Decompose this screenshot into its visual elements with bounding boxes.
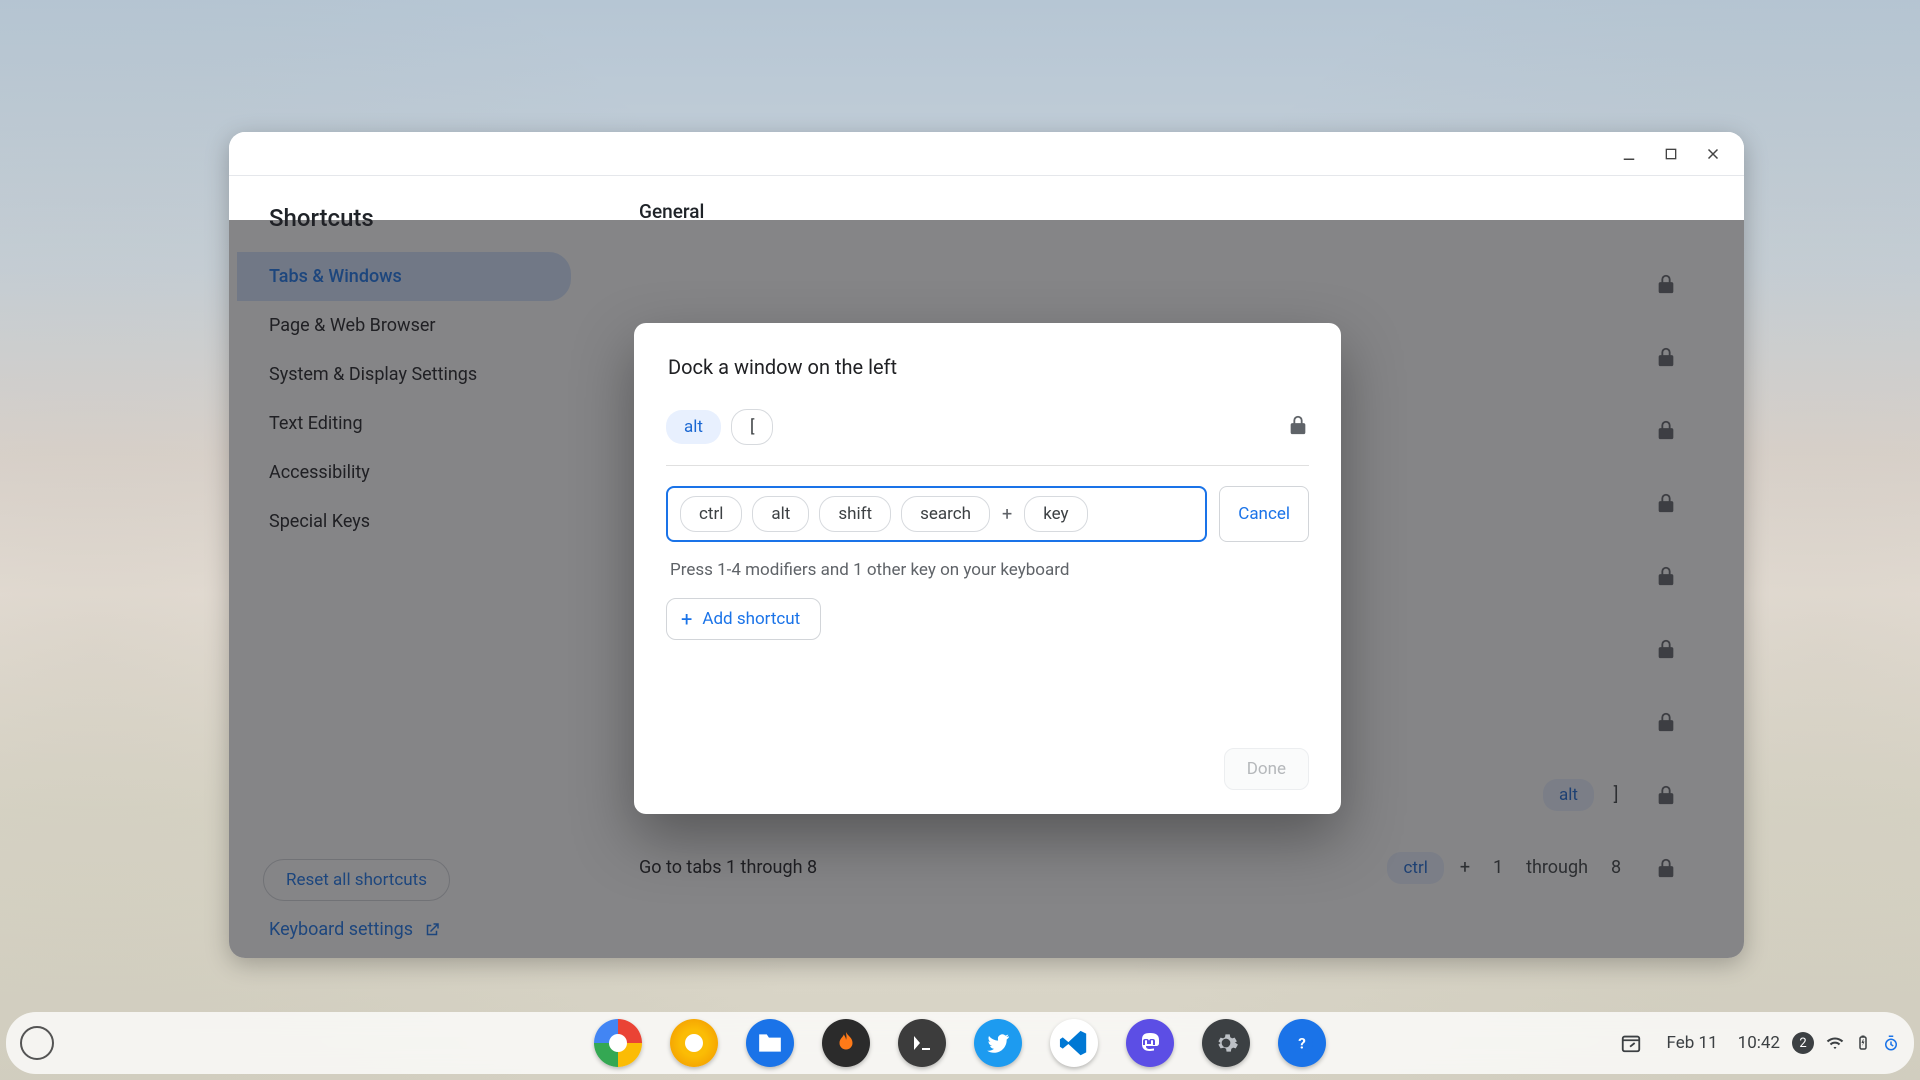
shortcut-row-go-to-tabs[interactable]: Go to tabs 1 through 8 ctrl + 1 through … [629,831,1696,904]
calendar-button[interactable] [1615,1027,1647,1059]
battery-icon [1854,1034,1872,1052]
sidebar-nav: Tabs & Windows Page & Web Browser System… [229,252,599,546]
notification-badge: 2 [1792,1032,1814,1054]
flame-icon [833,1030,859,1056]
window-minimize-button[interactable] [1612,137,1646,171]
modifier-chip-search: search [901,496,990,532]
key-chip: [ [731,409,774,445]
keyboard-settings-link[interactable]: Keyboard settings [229,915,599,958]
mastodon-glyph-icon [1138,1031,1162,1055]
plus-separator: + [1000,504,1014,525]
sidebar: Shortcuts Tabs & Windows Page & Web Brow… [229,176,599,958]
lock-icon [1646,565,1686,587]
status-area[interactable]: Feb 11 10:42 2 [1615,1027,1900,1059]
dialog-title: Dock a window on the left [666,355,1309,379]
wifi-icon [1826,1034,1844,1052]
folder-icon [757,1032,783,1054]
lock-icon [1287,414,1309,440]
sidebar-item-page-web-browser[interactable]: Page & Web Browser [237,301,571,350]
lock-icon [1646,711,1686,733]
lock-icon [1646,492,1686,514]
chrome-canary-icon[interactable] [670,1019,718,1067]
keyboard-settings-label: Keyboard settings [269,919,413,940]
plus-icon: + [681,609,692,629]
maximize-icon [1663,146,1679,162]
shortcut-key-input[interactable]: ctrl alt shift search + key [666,486,1207,542]
modifier-chip-shift: shift [819,496,891,532]
calendar-icon [1620,1032,1642,1054]
sidebar-item-text-editing[interactable]: Text Editing [237,399,571,448]
key-chip: alt [666,410,721,444]
app-icon-4[interactable] [822,1019,870,1067]
launcher-button[interactable] [20,1026,54,1060]
shortcut-editor-row: ctrl alt shift search + key Cancel [666,486,1309,542]
code-icon [1059,1028,1089,1058]
cancel-button[interactable]: Cancel [1219,486,1309,542]
status-date: Feb 11 [1667,1033,1718,1053]
lock-icon [1646,784,1686,806]
timer-icon [1882,1034,1900,1052]
help-icon[interactable]: ? [1278,1019,1326,1067]
key-placeholder-chip: key [1024,496,1087,532]
done-button[interactable]: Done [1224,748,1309,790]
external-link-icon [423,921,441,939]
settings-icon[interactable] [1202,1019,1250,1067]
shortcut-keys: ctrl + 1 through 8 [1387,852,1628,884]
sidebar-item-system-display[interactable]: System & Display Settings [237,350,571,399]
files-icon[interactable] [746,1019,794,1067]
key-through: through [1520,857,1594,878]
status-time: 10:42 [1738,1033,1780,1053]
shelf: ? Feb 11 10:42 2 [6,1012,1914,1074]
lock-icon [1646,638,1686,660]
window-titlebar [229,132,1744,176]
terminal-icon[interactable] [898,1019,946,1067]
sidebar-item-special-keys[interactable]: Special Keys [237,497,571,546]
shelf-apps: ? [594,1019,1326,1067]
quick-settings[interactable]: 10:42 2 [1738,1032,1900,1054]
window-close-button[interactable] [1696,137,1730,171]
bird-icon [985,1030,1011,1056]
lock-icon [1646,857,1686,879]
add-shortcut-label: Add shortcut [702,609,800,629]
modifier-chip-alt: alt [752,496,809,532]
shortcut-keys: alt ] [1543,779,1628,811]
lock-icon [1646,419,1686,441]
editor-hint: Press 1-4 modifiers and 1 other key on y… [666,560,1309,580]
svg-text:?: ? [1298,1034,1306,1052]
key-chip: alt [1543,779,1594,811]
lock-icon [1646,346,1686,368]
key-plus: + [1454,857,1476,878]
edit-shortcut-dialog: Dock a window on the left alt [ ctrl alt… [634,323,1341,814]
question-icon: ? [1289,1030,1315,1056]
shortcut-label: Go to tabs 1 through 8 [639,857,1387,878]
section-title: General [629,200,1696,223]
key-chip: ctrl [1387,852,1443,884]
sidebar-item-accessibility[interactable]: Accessibility [237,448,571,497]
gear-icon [1213,1030,1239,1056]
add-shortcut-button[interactable]: + Add shortcut [666,598,821,640]
shortcut-row[interactable] [629,247,1696,320]
modifier-chip-ctrl: ctrl [680,496,742,532]
current-shortcut-row: alt [ [666,409,1309,466]
reset-all-shortcuts-button[interactable]: Reset all shortcuts [263,859,450,901]
key-chip: ] [1604,784,1628,805]
minimize-icon [1620,145,1638,163]
close-icon [1704,145,1722,163]
app-title: Shortcuts [229,200,599,252]
sidebar-item-tabs-windows[interactable]: Tabs & Windows [237,252,571,301]
mastodon-icon[interactable] [1126,1019,1174,1067]
vscode-icon[interactable] [1050,1019,1098,1067]
key-chip: 1 [1486,857,1510,878]
twitter-icon[interactable] [974,1019,1022,1067]
prompt-icon [910,1031,934,1055]
lock-icon [1646,273,1686,295]
chrome-icon[interactable] [594,1019,642,1067]
window-maximize-button[interactable] [1654,137,1688,171]
key-chip: 8 [1604,857,1628,878]
